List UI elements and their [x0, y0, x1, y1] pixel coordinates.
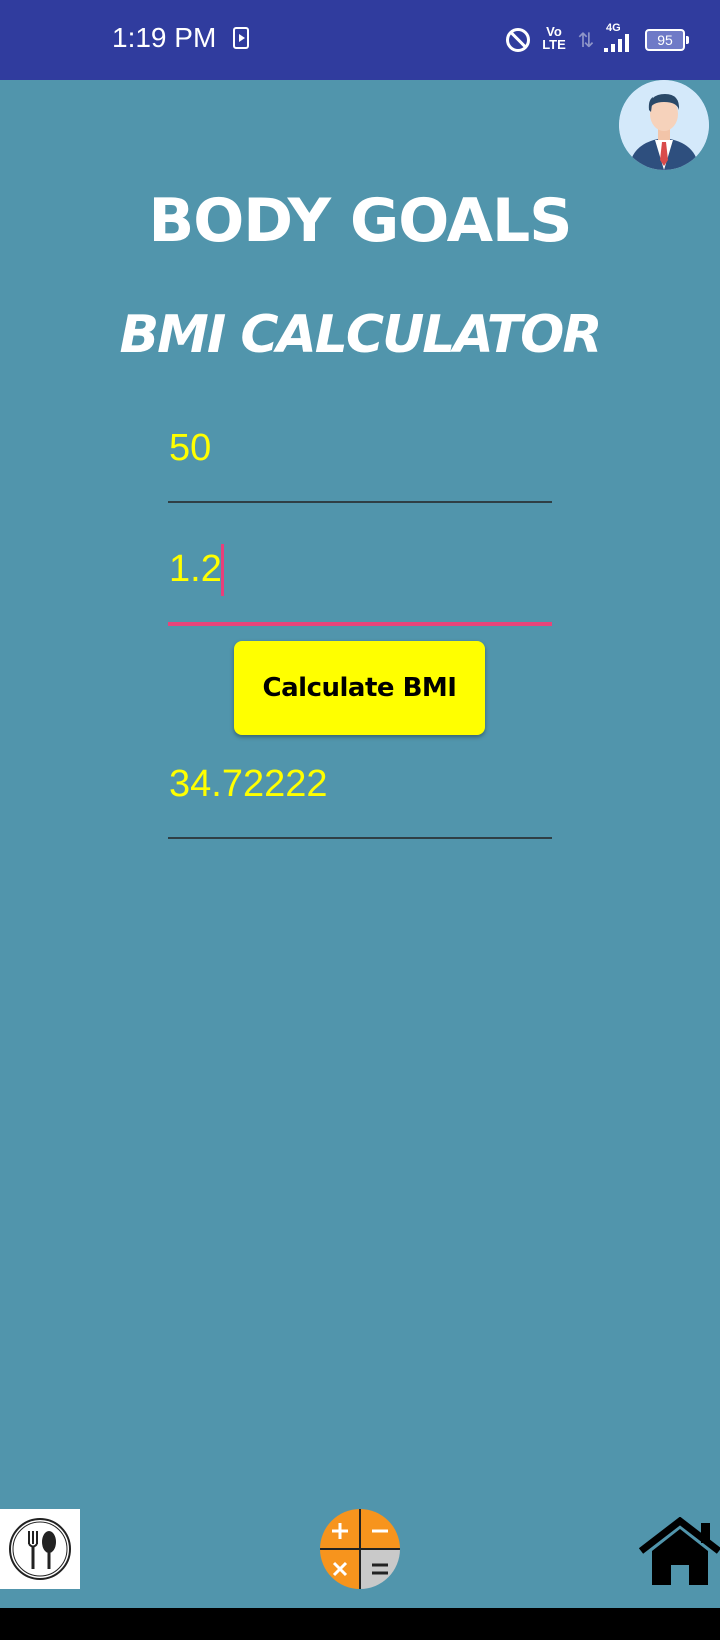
status-bar: 1:19 PM Vo LTE ⇅ 4G 95: [0, 0, 720, 80]
height-field-container: [168, 534, 553, 626]
page-title: BODY GOALS: [148, 186, 572, 256]
weight-field-container: [168, 413, 553, 503]
volte-bottom-label: LTE: [542, 37, 566, 52]
text-caret: [221, 544, 224, 596]
fork-spoon-icon: [9, 1518, 71, 1580]
network-type: 4G: [606, 22, 621, 34]
data-activity-icon: ⇅: [577, 28, 595, 52]
calculator-icon: [320, 1509, 400, 1589]
screen-record-icon: [233, 27, 249, 49]
calculator-button[interactable]: [320, 1509, 400, 1589]
height-input[interactable]: [168, 534, 553, 604]
bottom-navigation: [0, 1505, 720, 1605]
battery-indicator: 95: [645, 29, 689, 51]
businessman-avatar-icon: [619, 80, 709, 170]
home-button[interactable]: [638, 1516, 720, 1587]
diet-button[interactable]: [0, 1509, 80, 1589]
signal-strength-icon: [604, 34, 632, 52]
page-subtitle: BMI CALCULATOR: [119, 305, 603, 365]
bmi-result-field[interactable]: [168, 749, 553, 819]
status-time: 1:19 PM: [112, 22, 217, 53]
system-navigation-strip: [0, 1608, 720, 1640]
home-icon: [638, 1516, 720, 1585]
volte-indicator: Vo LTE: [540, 25, 568, 51]
result-field-container: [168, 749, 553, 839]
calculate-bmi-button[interactable]: Calculate BMI: [234, 641, 485, 735]
profile-avatar[interactable]: [619, 80, 709, 170]
weight-input[interactable]: [168, 413, 553, 483]
do-not-disturb-icon: [506, 28, 530, 52]
